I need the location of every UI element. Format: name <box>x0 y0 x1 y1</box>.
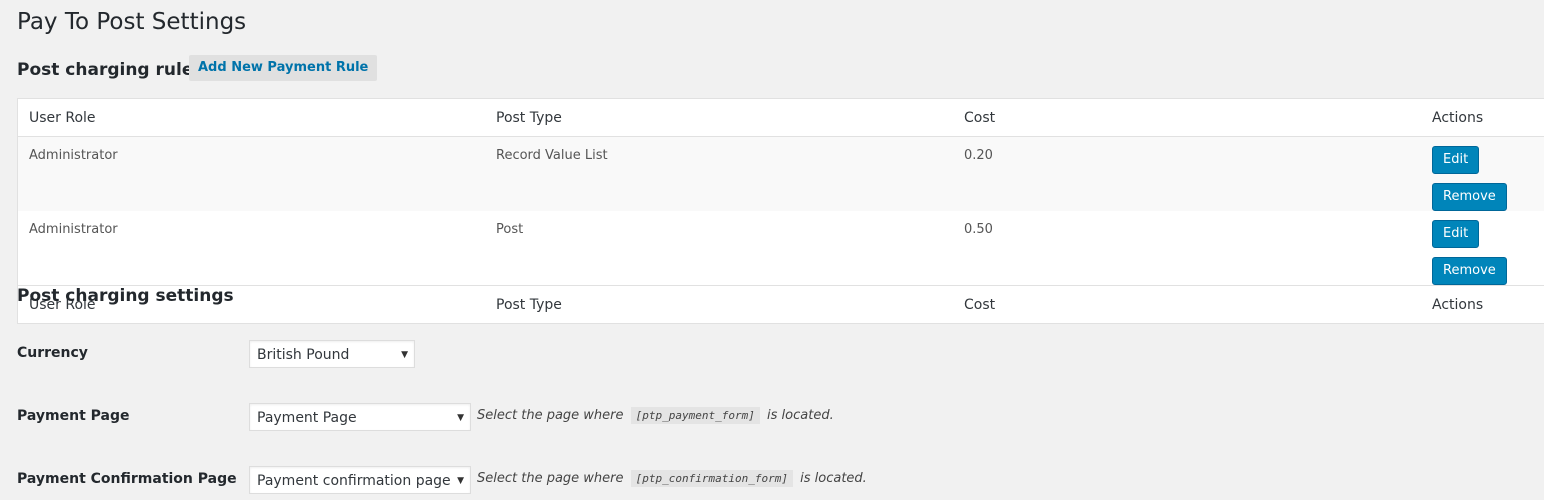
confirmation-form-shortcode: [ptp_confirmation_form] <box>630 470 793 487</box>
currency-selected-value: British Pound <box>257 347 350 363</box>
currency-label: Currency <box>17 345 88 361</box>
cell-actions: Edit Remove <box>1421 136 1544 211</box>
confirmation-page-selected-value: Payment confirmation page <box>257 473 451 489</box>
payment-page-description: Select the page where [ptp_payment_form]… <box>477 407 834 424</box>
add-payment-rule-button[interactable]: Add New Payment Rule <box>189 55 378 81</box>
column-footer-cost: Cost <box>953 285 1421 324</box>
column-header-cost: Cost <box>953 98 1421 137</box>
confirmation-page-select[interactable]: Payment confirmation page ▼ <box>249 466 471 494</box>
table-header-row: User Role Post Type Cost Actions <box>17 98 1544 137</box>
payment-page-label: Payment Page <box>17 408 130 424</box>
payment-form-shortcode: [ptp_payment_form] <box>630 407 760 424</box>
cell-user-role: Administrator <box>17 136 485 211</box>
cell-user-role: Administrator <box>29 222 118 237</box>
payment-page-selected-value: Payment Page <box>257 410 357 426</box>
column-header-actions: Actions <box>1421 98 1544 137</box>
remove-rule-button[interactable]: Remove <box>1432 257 1507 285</box>
remove-rule-button[interactable]: Remove <box>1432 183 1507 211</box>
chevron-down-icon: ▼ <box>401 350 408 360</box>
cell-post-type: Post <box>496 222 524 237</box>
payment-page-select[interactable]: Payment Page ▼ <box>249 403 471 431</box>
table-row: Administrator Post 0.50 Edit Remove <box>18 211 1544 286</box>
cell-actions: Edit Remove <box>1421 211 1544 286</box>
column-header-user-role: User Role <box>17 98 485 137</box>
table-row: Administrator Record Value List 0.20 Edi… <box>17 136 1544 211</box>
column-footer-post-type: Post Type <box>485 285 953 324</box>
cell-cost: 0.50 <box>964 222 993 237</box>
table-footer-row: User Role Post Type Cost Actions <box>17 285 1544 324</box>
chevron-down-icon: ▼ <box>457 476 464 486</box>
rules-section-title: Post charging rules <box>17 60 204 80</box>
currency-select[interactable]: British Pound ▼ <box>249 340 415 368</box>
cell-cost: 0.20 <box>953 136 1421 211</box>
confirmation-page-description: Select the page where [ptp_confirmation_… <box>477 470 867 487</box>
confirmation-page-label: Payment Confirmation Page <box>17 471 237 487</box>
column-header-post-type: Post Type <box>485 98 953 137</box>
rules-table: User Role Post Type Cost Actions Adminis… <box>17 98 1544 324</box>
chevron-down-icon: ▼ <box>457 413 464 423</box>
column-footer-actions: Actions <box>1421 285 1544 324</box>
cell-post-type: Record Value List <box>485 136 953 211</box>
settings-page: Pay To Post Settings Post charging rules… <box>0 0 1544 500</box>
page-title: Pay To Post Settings <box>17 9 247 35</box>
settings-section-title: Post charging settings <box>17 286 234 306</box>
edit-rule-button[interactable]: Edit <box>1432 146 1480 174</box>
edit-rule-button[interactable]: Edit <box>1432 220 1480 248</box>
